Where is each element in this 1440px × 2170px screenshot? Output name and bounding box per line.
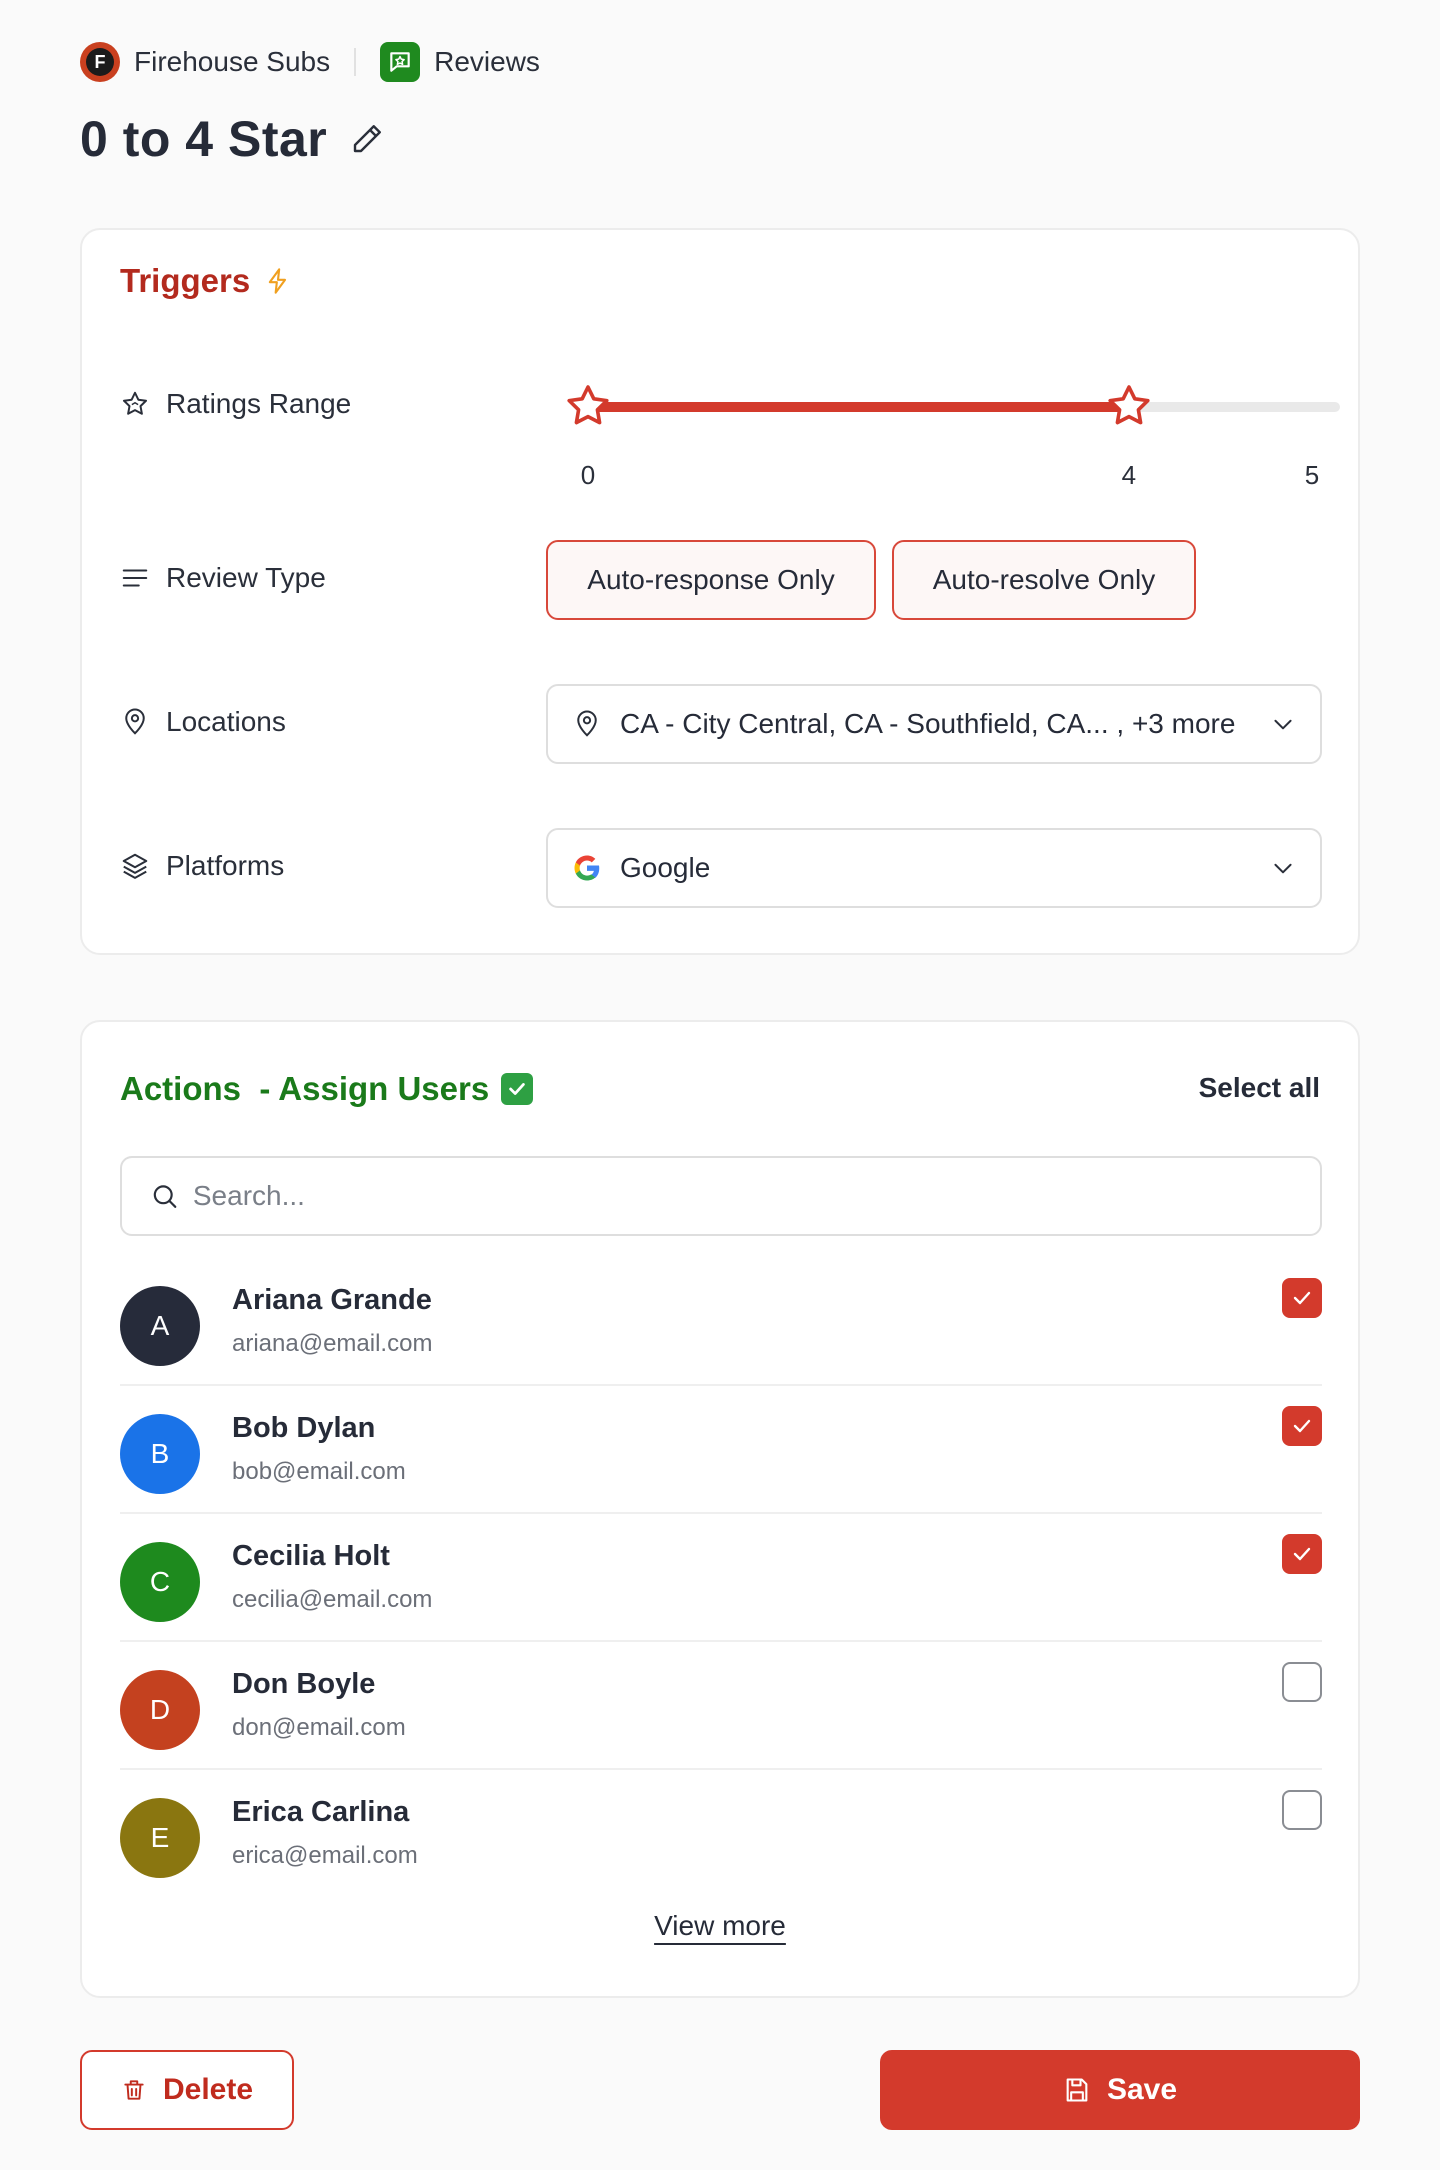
actions-title: Actions - Assign Users [120, 1070, 534, 1108]
brand-logo-icon: F [80, 42, 120, 82]
triggers-card: Triggers Ratings Range 0 4 5 Review Type… [80, 228, 1360, 955]
review-type-label: Review Type [120, 562, 326, 594]
user-checkbox[interactable] [1282, 1790, 1322, 1830]
lightning-icon [269, 268, 287, 294]
user-name: Don Boyle [232, 1668, 376, 1700]
user-list: A Ariana Grande ariana@email.com B Bob D… [120, 1258, 1322, 1898]
slider-thumb-low-star-icon[interactable] [564, 382, 612, 430]
user-row: D Don Boyle don@email.com [120, 1642, 1322, 1770]
triggers-title: Triggers [120, 262, 292, 300]
user-email: bob@email.com [232, 1458, 406, 1485]
actions-title-label: Actions - Assign Users [120, 1070, 490, 1107]
map-pin-icon [125, 708, 145, 735]
check-icon [1293, 1547, 1311, 1561]
search-icon [153, 1185, 177, 1208]
view-more-row: View more [82, 1910, 1358, 1942]
platforms-select[interactable]: Google [546, 828, 1322, 908]
avatar: D [120, 1670, 200, 1750]
actions-card: Actions - Assign Users Select all A Aria… [80, 1020, 1360, 1998]
locations-value: CA - City Central, CA - Southfield, CA..… [620, 708, 1236, 739]
edit-title-button[interactable] [347, 119, 387, 159]
breadcrumb-section-label: Reviews [434, 46, 540, 77]
auto-resolve-only-chip[interactable]: Auto-resolve Only [892, 540, 1196, 620]
save-button[interactable]: Save [880, 2050, 1360, 2130]
slider-tick-high: 4 [1121, 460, 1137, 490]
user-name: Ariana Grande [232, 1284, 432, 1316]
breadcrumb-brand[interactable]: F Firehouse Subs [80, 42, 330, 82]
slider-track-fill [588, 402, 1129, 412]
user-email: cecilia@email.com [232, 1586, 433, 1613]
user-email: erica@email.com [232, 1842, 418, 1869]
check-icon [1293, 1419, 1311, 1433]
user-checkbox[interactable] [1282, 1406, 1322, 1446]
platforms-text: Platforms [166, 850, 285, 881]
breadcrumb-brand-label: Firehouse Subs [134, 46, 331, 77]
delete-button[interactable]: Delete [80, 2050, 294, 2130]
user-checkbox[interactable] [1282, 1662, 1322, 1702]
user-row: C Cecilia Holt cecilia@email.com [120, 1514, 1322, 1642]
check-mark-icon [501, 1073, 534, 1105]
trash-icon [124, 2080, 144, 2100]
avatar: C [120, 1542, 200, 1622]
google-icon [574, 855, 600, 881]
floppy-disk-icon [1066, 2078, 1088, 2102]
locations-select[interactable]: CA - City Central, CA - Southfield, CA..… [546, 684, 1322, 764]
view-more-link[interactable]: View more [654, 1910, 786, 1941]
map-pin-icon [577, 710, 597, 737]
review-type-text: Review Type [166, 562, 326, 593]
chevron-down-icon [1274, 719, 1292, 730]
slider-tick-max: 5 [1304, 460, 1320, 490]
lines-icon [122, 569, 148, 587]
save-label: Save [1106, 2073, 1178, 2106]
user-checkbox[interactable] [1282, 1534, 1322, 1574]
search-input[interactable] [192, 1180, 1292, 1212]
reviews-icon [380, 42, 421, 82]
ratings-range-slider[interactable]: 0 4 5 [564, 370, 1340, 490]
chevron-down-icon [1274, 863, 1292, 874]
avatar: B [120, 1414, 200, 1494]
user-search[interactable] [120, 1156, 1322, 1236]
user-email: ariana@email.com [232, 1330, 433, 1357]
user-name: Erica Carlina [232, 1796, 410, 1828]
platforms-value: Google [620, 852, 711, 883]
user-name: Cecilia Holt [232, 1540, 390, 1572]
delete-label: Delete [162, 2073, 254, 2106]
slider-thumb-high-star-icon[interactable] [1105, 382, 1153, 430]
ratings-range-text: Ratings Range [166, 388, 352, 419]
breadcrumb-separator [354, 48, 357, 76]
user-email: don@email.com [232, 1714, 406, 1741]
user-checkbox[interactable] [1282, 1278, 1322, 1318]
user-name: Bob Dylan [232, 1412, 376, 1444]
user-row: E Erica Carlina erica@email.com [120, 1770, 1322, 1898]
breadcrumb: F Firehouse Subs Reviews [80, 42, 540, 82]
auto-response-only-chip[interactable]: Auto-response Only [546, 540, 876, 620]
locations-text: Locations [166, 706, 286, 737]
platforms-label: Platforms [120, 850, 284, 882]
check-icon [1293, 1291, 1311, 1305]
page-title: 0 to 4 Star [80, 111, 328, 167]
title-row: 0 to 4 Star [80, 110, 387, 168]
layers-icon [122, 853, 148, 879]
breadcrumb-section[interactable]: Reviews [380, 42, 540, 82]
slider-tick-low: 0 [580, 460, 596, 490]
avatar: E [120, 1798, 200, 1878]
locations-label: Locations [120, 706, 286, 738]
star-outline-icon [123, 391, 147, 415]
user-row: B Bob Dylan bob@email.com [120, 1386, 1322, 1514]
ratings-range-label: Ratings Range [120, 388, 351, 420]
select-all-button[interactable]: Select all [1199, 1072, 1320, 1104]
avatar: A [120, 1286, 200, 1366]
user-row: A Ariana Grande ariana@email.com [120, 1258, 1322, 1386]
pencil-icon [354, 125, 382, 153]
triggers-title-label: Triggers [120, 262, 251, 299]
